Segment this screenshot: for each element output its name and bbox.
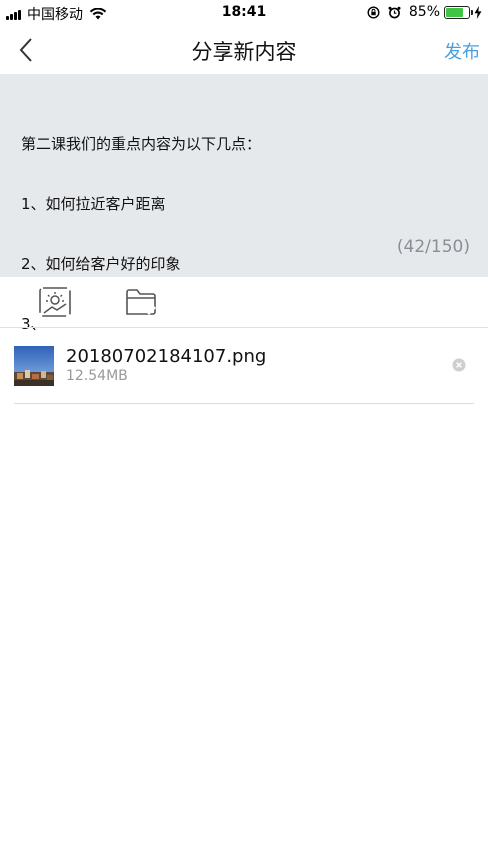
battery-percent: 85% — [408, 4, 440, 20]
image-icon[interactable] — [38, 286, 72, 318]
battery-fill — [446, 7, 463, 17]
share-screen: 中国移动 18:41 85% 分享新内容 发布 第二课我们的重点内容为以下几点：… — [0, 0, 488, 866]
nav-bar: 分享新内容 发布 — [0, 26, 488, 74]
attachment-toolbar — [0, 277, 488, 328]
status-bar: 中国移动 18:41 85% — [0, 0, 488, 26]
battery-icon — [444, 5, 473, 19]
folder-icon[interactable] — [124, 286, 158, 318]
alarm-icon — [388, 6, 401, 18]
file-name: 20180702184107.png — [66, 346, 267, 367]
file-thumbnail — [14, 346, 54, 386]
status-right: 85% — [367, 4, 482, 20]
content-line: 第二课我们的重点内容为以下几点： — [21, 135, 262, 153]
content-textarea[interactable]: 第二课我们的重点内容为以下几点： 1、如何拉近客户距离 2、如何给客户好的印象 … — [0, 74, 488, 333]
content-text: 第二课我们的重点内容为以下几点： 1、如何拉近客户距离 2、如何给客户好的印象 … — [21, 94, 471, 374]
content-line: 2、如何给客户好的印象 — [21, 255, 181, 273]
file-size: 12.54MB — [66, 368, 128, 384]
character-counter: (42/150) — [396, 237, 470, 257]
content-line: 1、如何拉近客户距离 — [21, 195, 166, 213]
publish-button[interactable]: 发布 — [444, 38, 480, 64]
rotation-lock-icon — [367, 5, 380, 19]
page-title: 分享新内容 — [191, 40, 297, 64]
charging-icon — [474, 5, 482, 19]
close-circle-icon[interactable] — [452, 358, 466, 372]
attachment-item[interactable]: 20180702184107.png 12.54MB — [14, 334, 474, 404]
